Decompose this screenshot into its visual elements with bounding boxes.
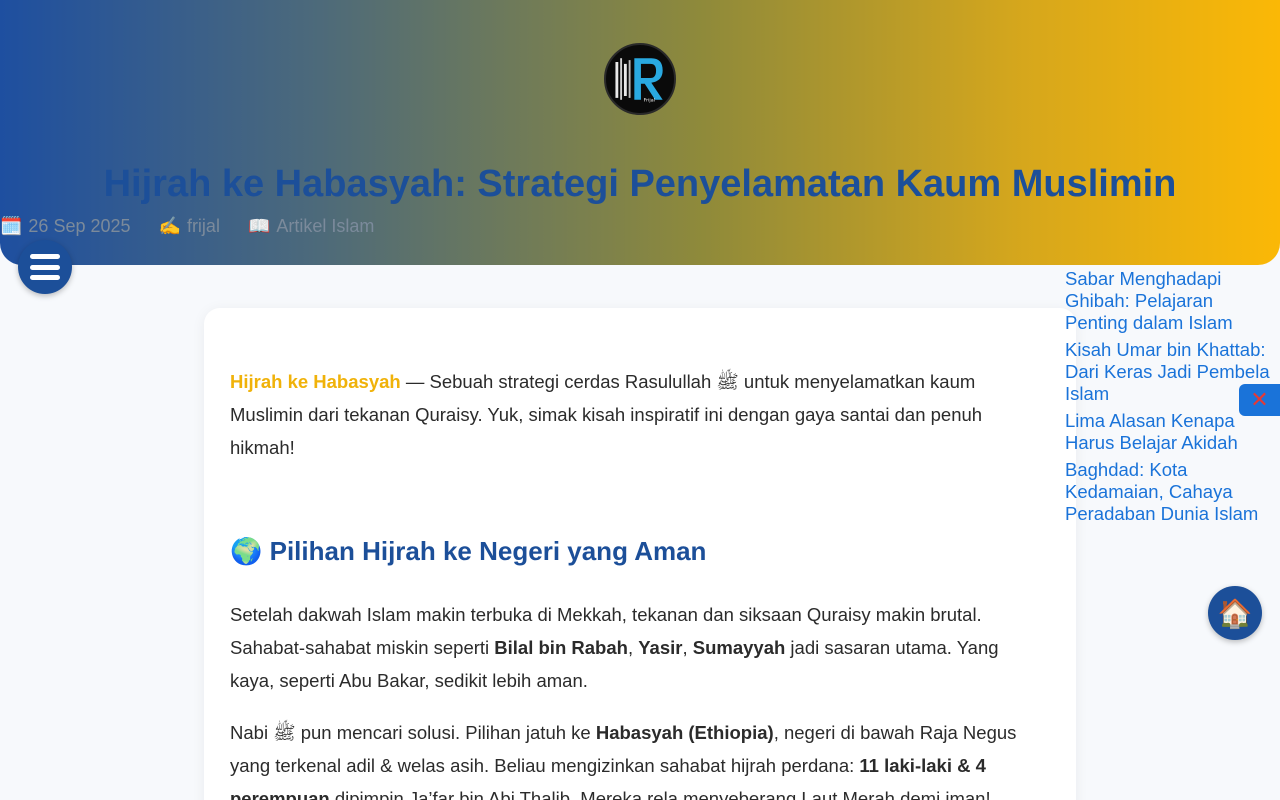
close-x-icon: ✕ (1250, 387, 1269, 412)
intro-highlight: Hijrah ke Habasyah (230, 371, 401, 392)
post-category[interactable]: 📖 Artikel Islam (248, 216, 374, 237)
related-link[interactable]: Sabar Menghadapi Ghibah: Pelajaran Penti… (1065, 268, 1270, 334)
related-link[interactable]: Lima Alasan Kenapa Harus Belajar Akidah (1065, 410, 1270, 454)
writing-hand-icon: ✍️ (158, 216, 181, 236)
post-meta: 🗓️ 26 Sep 2025 ✍️ frijal 📖 Artikel Islam (0, 216, 374, 237)
post-category-text[interactable]: Artikel Islam (276, 216, 374, 236)
post-author[interactable]: ✍️ frijal (159, 216, 220, 237)
section-heading: 🌍 Pilihan Hijrah ke Negeri yang Aman (230, 536, 1030, 567)
close-sidebar-button[interactable]: ✕ (1239, 384, 1280, 416)
article-paragraph-2: Nabi ﷺ pun mencari solusi. Pilihan jatuh… (230, 716, 1030, 800)
related-link[interactable]: Baghdad: Kota Kedamaian, Cahaya Peradaba… (1065, 459, 1270, 525)
post-date: 🗓️ 26 Sep 2025 (0, 216, 131, 237)
post-date-text: 26 Sep 2025 (28, 216, 131, 236)
article-paragraph-1: Setelah dakwah Islam makin terbuka di Me… (230, 598, 1030, 697)
page-title: Hijrah ke Habasyah: Strategi Penyelamata… (103, 163, 1177, 205)
logo-r-icon: Frijal (615, 58, 663, 104)
bold-name: Bilal bin Rabah (494, 637, 628, 658)
paragraph-text: dipimpin Ja’far bin Abi Thalib. Mereka r… (329, 788, 991, 800)
home-button[interactable]: 🏠 (1208, 586, 1262, 640)
home-icon: 🏠 (1217, 597, 1253, 629)
bold-name: Yasir (638, 637, 683, 658)
paragraph-text: , (627, 637, 639, 658)
book-icon: 📖 (247, 216, 271, 236)
site-logo[interactable]: Frijal (604, 43, 676, 115)
menu-button[interactable] (18, 240, 72, 294)
globe-icon: 🌍 (230, 536, 263, 566)
calendar-icon: 🗓️ (0, 216, 23, 236)
bold-place: Habasyah (Ethiopia) (595, 722, 774, 743)
section-heading-text: Pilihan Hijrah ke Negeri yang Aman (269, 536, 707, 566)
bold-name: Sumayyah (692, 637, 786, 658)
paragraph-text: , (682, 637, 693, 658)
paragraph-text: Nabi ﷺ pun mencari solusi. Pilihan jatuh… (230, 722, 596, 743)
article-intro: Hijrah ke Habasyah — Sebuah strategi cer… (230, 365, 1020, 464)
svg-text:Frijal: Frijal (644, 98, 655, 104)
hamburger-menu-icon (30, 254, 60, 280)
post-author-text[interactable]: frijal (187, 216, 220, 236)
